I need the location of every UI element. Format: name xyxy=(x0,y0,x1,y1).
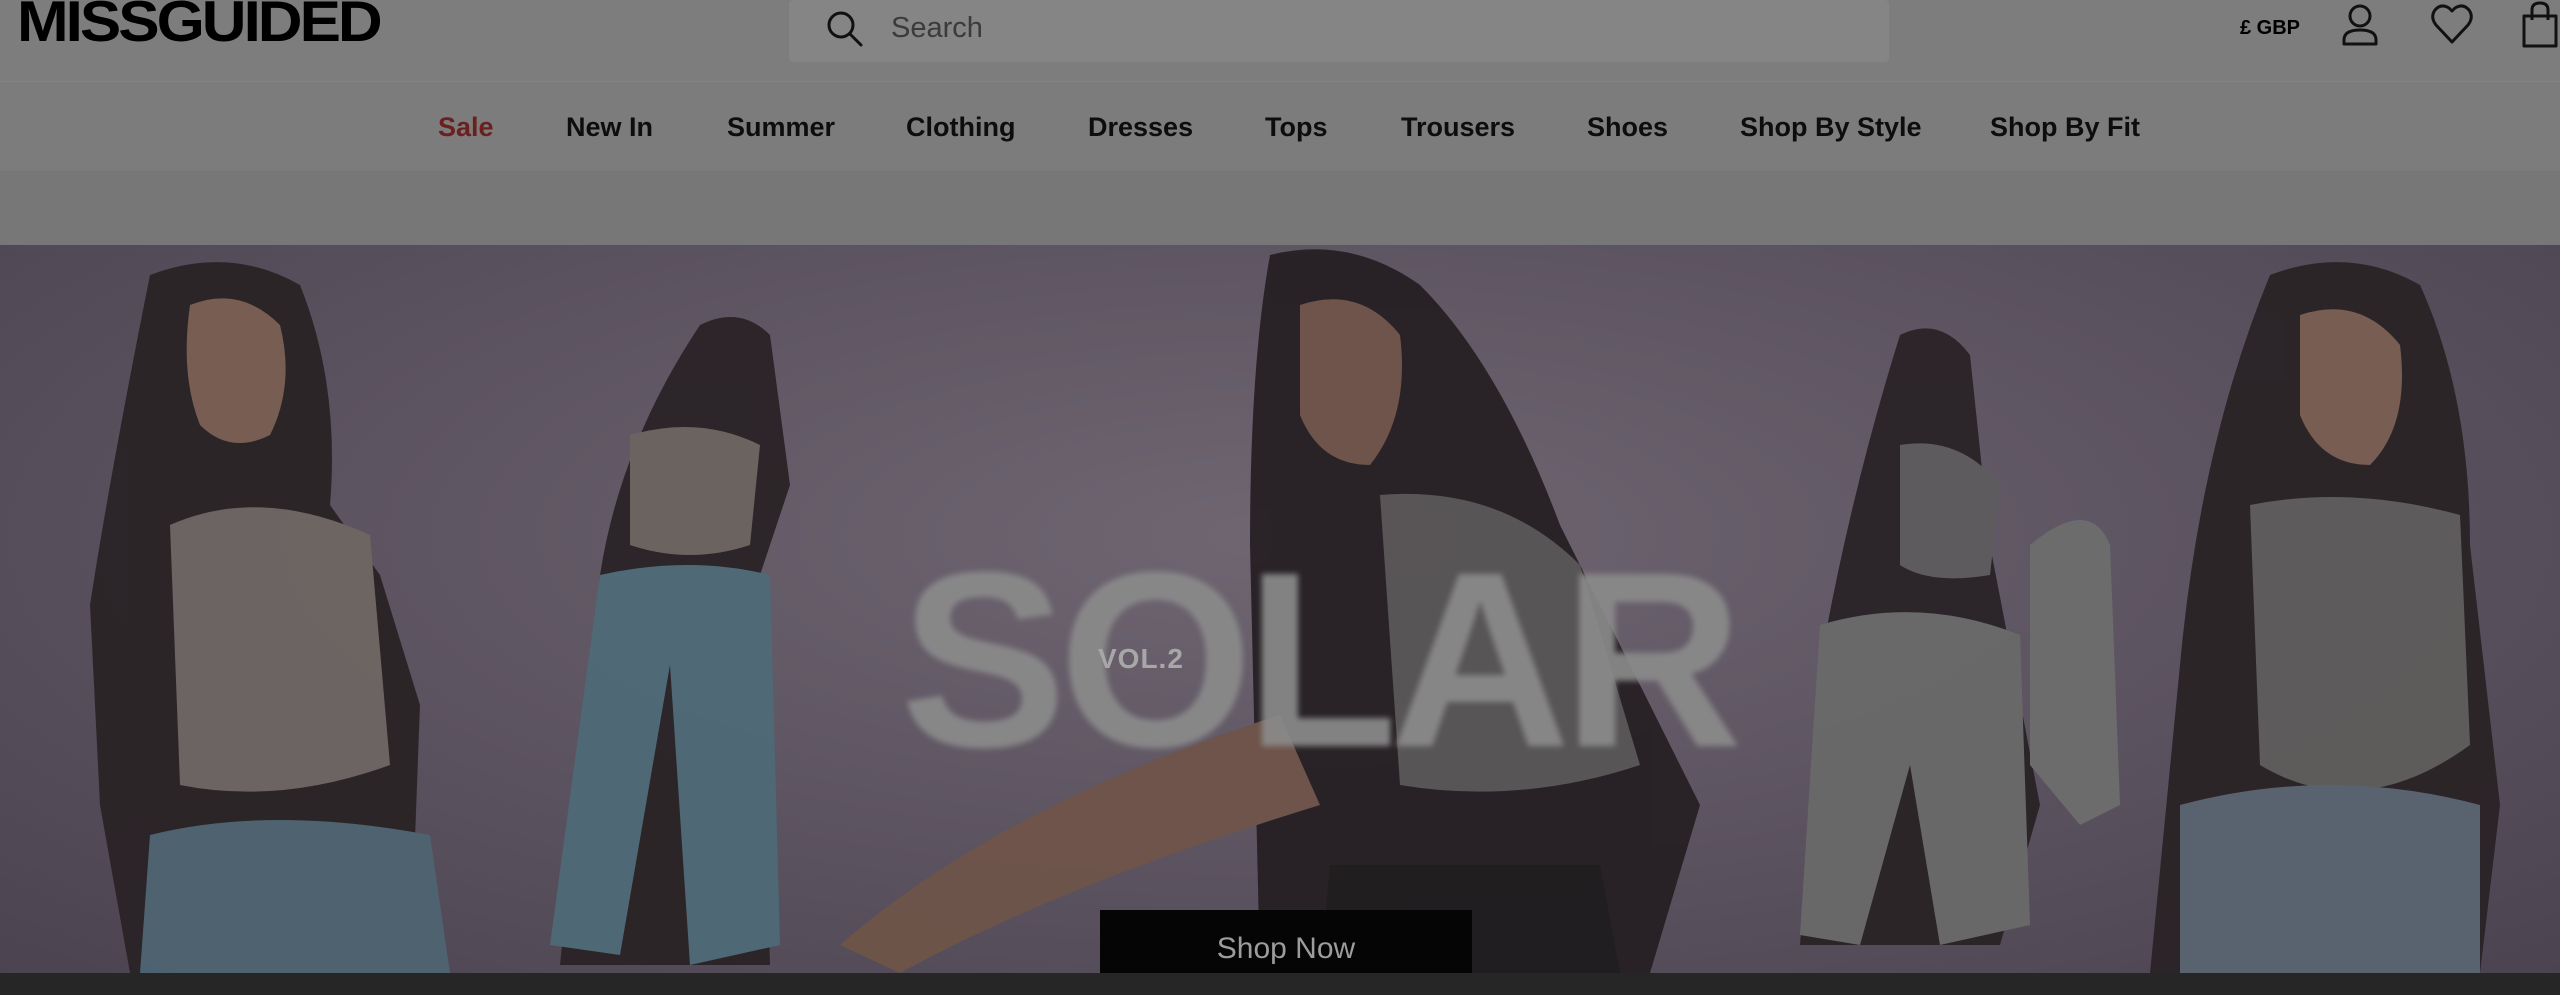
hero-title: SOLAR xyxy=(900,520,1743,799)
nav-item-shop-by-style[interactable]: Shop By Style xyxy=(1740,112,1922,143)
brand-logo[interactable]: MISSGUIDED xyxy=(17,0,383,51)
search-bar[interactable]: Search xyxy=(789,0,1889,62)
main-navigation: Sale New In Summer Clothing Dresses Tops… xyxy=(0,81,2560,171)
search-input[interactable]: Search xyxy=(891,12,983,45)
nav-item-shoes[interactable]: Shoes xyxy=(1587,112,1668,143)
nav-item-shop-by-fit[interactable]: Shop By Fit xyxy=(1990,112,2140,143)
bottom-bar xyxy=(0,973,2560,995)
bag-icon[interactable] xyxy=(2520,0,2560,50)
hero-banner[interactable]: SOLAR VOL.2 Shop Now xyxy=(0,245,2560,973)
model-figure xyxy=(90,262,450,973)
heart-icon[interactable] xyxy=(2430,0,2474,50)
nav-item-clothing[interactable]: Clothing xyxy=(906,112,1015,143)
nav-item-new-in[interactable]: New In xyxy=(566,112,653,143)
nav-item-tops[interactable]: Tops xyxy=(1265,112,1328,143)
site-header: MISSGUIDED Search £ GBP xyxy=(0,0,2560,81)
nav-item-summer[interactable]: Summer xyxy=(727,112,835,143)
model-figure xyxy=(2150,262,2500,973)
currency-selector[interactable]: £ GBP xyxy=(2240,17,2300,40)
nav-item-dresses[interactable]: Dresses xyxy=(1088,112,1193,143)
model-figure xyxy=(1800,328,2120,945)
shop-now-button[interactable]: Shop Now xyxy=(1100,910,1472,973)
promo-strip xyxy=(0,171,2560,245)
hero-subtitle: VOL.2 xyxy=(1098,643,1184,674)
account-icon[interactable] xyxy=(2340,0,2380,50)
nav-item-trousers[interactable]: Trousers xyxy=(1401,112,1515,143)
nav-item-sale[interactable]: Sale xyxy=(438,112,494,143)
model-figure xyxy=(550,317,790,965)
search-icon[interactable] xyxy=(825,9,865,49)
